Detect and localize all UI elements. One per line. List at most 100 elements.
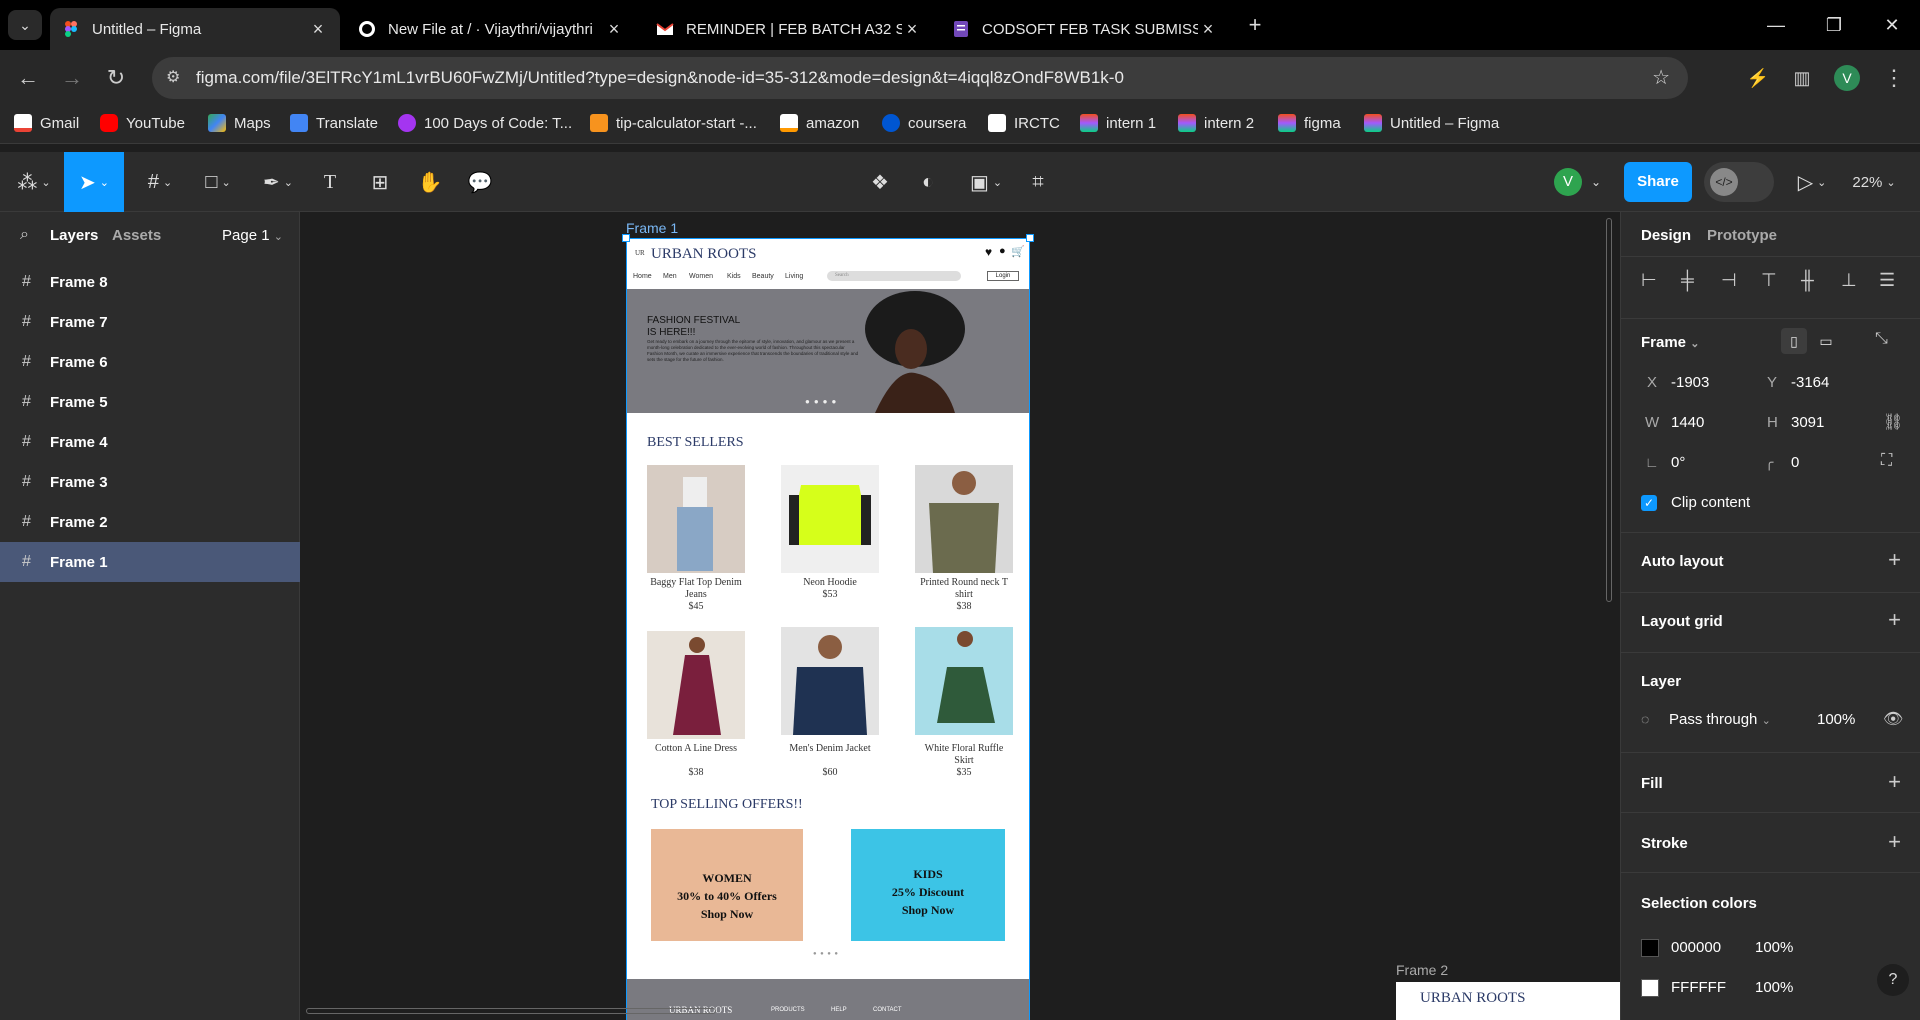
bookmark-intern1[interactable]: intern 1 [1080, 114, 1156, 132]
side-panel-icon[interactable]: ▥ [1786, 62, 1818, 94]
crop-icon[interactable]: ⌗ [1022, 164, 1054, 200]
bookmark-tip-calculator[interactable]: tip-calculator-start -... [590, 114, 757, 132]
bookmark-youtube[interactable]: YouTube [100, 114, 185, 132]
mask-icon[interactable]: ◐ [912, 164, 944, 200]
horizontal-scrollbar[interactable] [306, 1008, 716, 1014]
add-auto-layout-button[interactable]: + [1888, 547, 1901, 573]
clip-content-checkbox[interactable]: ✓ [1641, 495, 1657, 511]
frame-preset-dropdown[interactable]: Frame ⌄ [1641, 334, 1699, 351]
layer-frame-4[interactable]: # Frame 4 [0, 422, 300, 462]
close-window-button[interactable]: ✕ [1872, 10, 1912, 40]
bookmark-translate[interactable]: Translate [290, 114, 378, 132]
bookmark-maps[interactable]: Maps [208, 114, 271, 132]
frame2-label[interactable]: Frame 2 [1396, 962, 1448, 978]
distribute-icon[interactable]: ☰ [1879, 270, 1895, 291]
reload-button[interactable]: ↻ [100, 62, 132, 94]
tab-figma[interactable]: Untitled – Figma × [50, 8, 340, 50]
resources-tool[interactable]: ⊞ [364, 164, 396, 200]
align-right-icon[interactable]: ⊣ [1721, 270, 1737, 291]
layer-frame-7[interactable]: # Frame 7 [0, 302, 300, 342]
tab-gmail[interactable]: REMINDER | FEB BATCH A32 SU × [644, 8, 934, 50]
hand-tool[interactable]: ✋ [414, 164, 446, 200]
user-avatar[interactable]: V [1554, 168, 1582, 196]
independent-corners-icon[interactable]: ⛶ [1881, 452, 1892, 470]
frame-1[interactable]: UR URBAN ROOTS ♥ ● 🛒 Home Men Women Kids… [626, 238, 1030, 1020]
color-hex[interactable]: 000000 [1671, 939, 1721, 956]
eye-icon[interactable]: 👁 [1883, 709, 1903, 729]
boolean-icon[interactable]: ▣ ⌄ [964, 164, 1008, 200]
resize-to-fit-icon[interactable]: ⤡ [1875, 330, 1888, 348]
bookmark-coursera[interactable]: coursera [882, 114, 966, 132]
layer-frame-8[interactable]: # Frame 8 [0, 262, 300, 302]
site-settings-icon[interactable]: ⚙ [166, 67, 180, 87]
forward-button[interactable]: → [56, 62, 88, 94]
color-hex[interactable]: FFFFFF [1671, 979, 1726, 996]
tab-prototype[interactable]: Prototype [1707, 227, 1777, 244]
h-input[interactable]: 3091 [1791, 414, 1824, 431]
tab-search-button[interactable]: ⌄ [8, 10, 42, 40]
search-icon[interactable]: ⌕ [20, 226, 29, 244]
close-icon[interactable]: × [604, 19, 624, 40]
color-opacity[interactable]: 100% [1755, 979, 1793, 996]
layer-frame-5[interactable]: # Frame 5 [0, 382, 300, 422]
layer-frame-1[interactable]: # Frame 1 [0, 542, 300, 582]
dev-mode-toggle[interactable]: </> [1704, 162, 1774, 202]
profile-avatar[interactable]: V [1834, 65, 1860, 91]
minimize-button[interactable]: — [1756, 10, 1796, 40]
zoom-dropdown[interactable]: 22% ⌄ [1846, 164, 1902, 200]
add-layout-grid-button[interactable]: + [1888, 607, 1901, 633]
rotation-input[interactable]: 0° [1671, 454, 1685, 471]
share-button[interactable]: Share [1624, 162, 1692, 202]
color-opacity[interactable]: 100% [1755, 939, 1793, 956]
address-bar[interactable]: ⚙ figma.com/file/3ElTRcY1mL1vrBU60FwZMj/… [152, 57, 1688, 99]
main-menu-button[interactable]: ⁂ ⌄ [14, 164, 54, 200]
shape-tool[interactable]: □ ⌄ [196, 164, 240, 200]
chevron-down-icon[interactable]: ⌄ [1588, 164, 1604, 200]
bookmark-100days[interactable]: 100 Days of Code: T... [398, 114, 572, 132]
bookmark-amazon[interactable]: amazon [780, 114, 859, 132]
layer-frame-6[interactable]: # Frame 6 [0, 342, 300, 382]
frame-tool[interactable]: # ⌄ [138, 164, 182, 200]
add-stroke-button[interactable]: + [1888, 829, 1901, 855]
constrain-proportions-icon[interactable]: ⛓ [1883, 412, 1903, 432]
close-icon[interactable]: × [1198, 19, 1218, 40]
new-tab-button[interactable]: + [1240, 12, 1270, 40]
component-icon[interactable]: ❖ [864, 164, 896, 200]
bookmark-irctc[interactable]: IRCTC [988, 114, 1060, 132]
selection-handle[interactable] [622, 234, 630, 242]
tab-github[interactable]: New File at / · Vijaythri/vijaythri × [346, 8, 636, 50]
present-button[interactable]: ▷ ⌄ [1792, 164, 1832, 200]
menu-icon[interactable]: ⋮ [1878, 62, 1910, 94]
restore-button[interactable]: ❐ [1814, 10, 1854, 40]
align-center-icon[interactable]: ╪ [1681, 270, 1694, 291]
add-fill-button[interactable]: + [1888, 769, 1901, 795]
layer-opacity-input[interactable]: 100% [1817, 711, 1855, 728]
bookmark-intern2[interactable]: intern 2 [1178, 114, 1254, 132]
vertical-scrollbar[interactable] [1606, 218, 1612, 602]
layer-frame-2[interactable]: # Frame 2 [0, 502, 300, 542]
tab-assets[interactable]: Assets [112, 227, 161, 244]
bookmark-gmail[interactable]: Gmail [14, 114, 79, 132]
portrait-icon[interactable]: ▯ [1781, 328, 1807, 354]
tab-forms[interactable]: CODSOFT FEB TASK SUBMISSIC × [940, 8, 1230, 50]
radius-input[interactable]: 0 [1791, 454, 1799, 471]
frame-2[interactable]: URBAN ROOTS [1396, 982, 1620, 1020]
back-button[interactable]: ← [12, 62, 44, 94]
pen-tool[interactable]: ✒ ⌄ [256, 164, 300, 200]
text-tool[interactable]: T [314, 164, 346, 200]
w-input[interactable]: 1440 [1671, 414, 1704, 431]
y-input[interactable]: -3164 [1791, 374, 1829, 391]
align-middle-icon[interactable]: ╫ [1801, 270, 1814, 291]
color-swatch-black[interactable] [1641, 939, 1659, 957]
help-button[interactable]: ? [1877, 964, 1909, 996]
layer-frame-3[interactable]: # Frame 3 [0, 462, 300, 502]
extension-icon[interactable]: ⚡ [1742, 62, 1774, 94]
color-swatch-white[interactable] [1641, 979, 1659, 997]
align-left-icon[interactable]: ⊢ [1641, 270, 1657, 291]
page-selector[interactable]: Page 1 ⌄ [222, 227, 283, 244]
comment-tool[interactable]: 💬 [464, 164, 496, 200]
align-top-icon[interactable]: ⊤ [1761, 270, 1777, 291]
align-bottom-icon[interactable]: ⊥ [1841, 270, 1857, 291]
frame1-label[interactable]: Frame 1 [626, 220, 678, 236]
move-tool[interactable]: ➤ ⌄ [64, 152, 124, 212]
